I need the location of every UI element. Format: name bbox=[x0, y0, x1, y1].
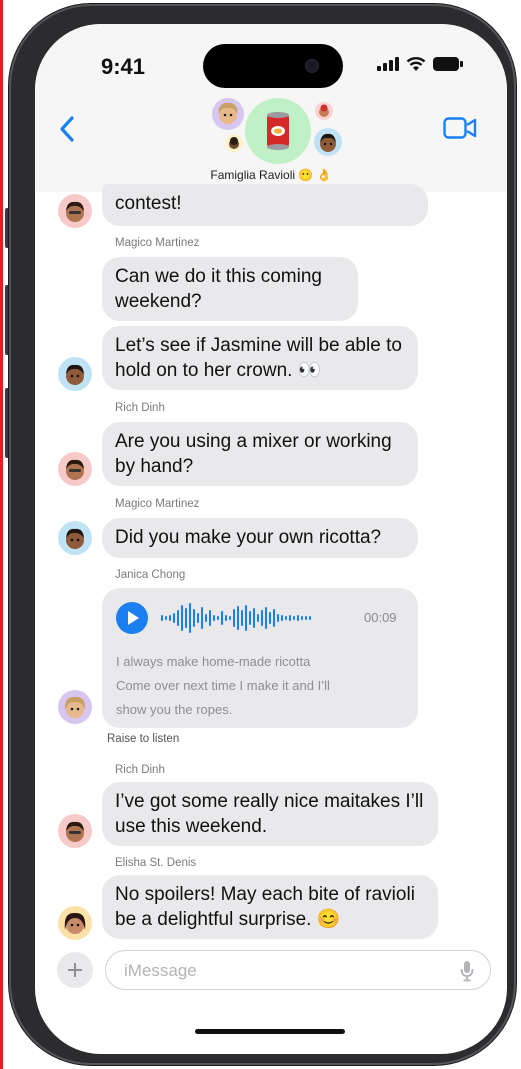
member-avatar-small bbox=[225, 134, 243, 152]
wifi-icon bbox=[406, 57, 426, 71]
message-input-field[interactable] bbox=[105, 950, 491, 990]
member-avatar-pink bbox=[315, 102, 333, 120]
transcript-line: Come over next time I make it and I’ll bbox=[116, 678, 330, 693]
audio-transcript: I always make home-made ricotta Come ove… bbox=[116, 650, 330, 722]
battery-icon bbox=[433, 57, 463, 71]
status-time: 9:41 bbox=[101, 54, 146, 79]
message-input[interactable] bbox=[122, 960, 446, 982]
avatar-elisha-st-denis bbox=[58, 906, 92, 940]
back-chevron-icon[interactable] bbox=[57, 115, 77, 143]
sender-name: Rich Dinh bbox=[115, 764, 165, 776]
plus-icon[interactable] bbox=[57, 952, 93, 988]
composer bbox=[35, 950, 507, 1000]
sender-name: Magico Martinez bbox=[115, 498, 200, 510]
left-edge-line bbox=[0, 0, 3, 1069]
home-indicator[interactable] bbox=[195, 1029, 345, 1034]
member-avatar-blue bbox=[314, 128, 342, 156]
sender-name: Rich Dinh bbox=[115, 402, 165, 414]
avatar-rich-dinh bbox=[58, 452, 92, 486]
phone-frame: 9:41 Famiglia Ravioli 😶 👌 contest! Magic… bbox=[9, 4, 516, 1065]
play-icon[interactable] bbox=[116, 602, 148, 634]
avatar-rich-dinh bbox=[58, 194, 92, 228]
message-bubble[interactable]: contest! bbox=[102, 184, 428, 226]
message-text: I’ve got some really nice maitakes I’ll … bbox=[115, 791, 424, 837]
audio-message-bubble[interactable]: 00:09 I always make home-made ricotta Co… bbox=[102, 588, 418, 728]
screen: 9:41 Famiglia Ravioli 😶 👌 contest! Magic… bbox=[35, 24, 507, 1054]
message-bubble[interactable]: Can we do it this coming weekend? bbox=[102, 257, 358, 321]
video-camera-icon[interactable] bbox=[443, 117, 477, 139]
message-bubble[interactable]: Did you make your own ricotta? bbox=[102, 518, 418, 558]
member-avatar-jasmine bbox=[212, 98, 244, 130]
sender-name: Magico Martinez bbox=[115, 237, 200, 249]
avatar-rich-dinh bbox=[58, 814, 92, 848]
sender-name: Elisha St. Denis bbox=[115, 857, 197, 869]
message-bubble[interactable]: I’ve got some really nice maitakes I’ll … bbox=[102, 782, 438, 846]
avatar-magico-martinez bbox=[58, 521, 92, 555]
sender-name: Janica Chong bbox=[115, 569, 186, 581]
status-icons bbox=[377, 56, 463, 71]
message-bubble[interactable]: No spoilers! May each bite of ravioli be… bbox=[102, 875, 438, 939]
avatar-janica-chong bbox=[58, 690, 92, 724]
message-text: Did you make your own ricotta? bbox=[115, 527, 382, 548]
message-text: Let’s see if Jasmine will be able to hol… bbox=[115, 335, 402, 381]
signal-icon bbox=[377, 57, 399, 71]
microphone-icon[interactable] bbox=[460, 960, 474, 982]
message-bubble[interactable]: Are you using a mixer or working by hand… bbox=[102, 422, 418, 486]
group-name[interactable]: Famiglia Ravioli 😶 👌 bbox=[35, 168, 507, 182]
group-avatar[interactable] bbox=[245, 98, 311, 164]
message-text: Can we do it this coming weekend? bbox=[115, 266, 322, 312]
raise-to-listen-hint: Raise to listen bbox=[107, 733, 180, 745]
waveform-icon bbox=[161, 603, 311, 633]
dynamic-island bbox=[203, 44, 343, 88]
message-text: contest! bbox=[115, 193, 182, 214]
message-text: Are you using a mixer or working by hand… bbox=[115, 431, 392, 477]
message-bubble[interactable]: Let’s see if Jasmine will be able to hol… bbox=[102, 326, 418, 390]
message-text: No spoilers! May each bite of ravioli be… bbox=[115, 884, 415, 930]
transcript-line: show you the ropes. bbox=[116, 702, 233, 717]
transcript-line: I always make home-made ricotta bbox=[116, 654, 311, 669]
audio-duration: 00:09 bbox=[364, 610, 397, 625]
avatar-magico-martinez bbox=[58, 357, 92, 391]
